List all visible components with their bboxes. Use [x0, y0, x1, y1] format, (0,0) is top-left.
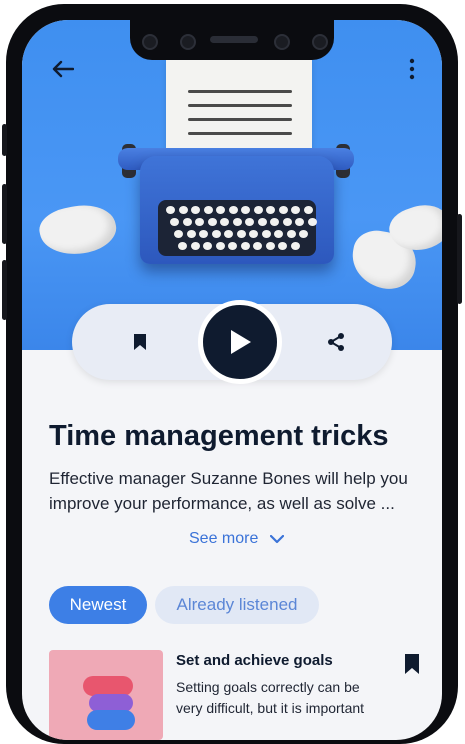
typewriter-key: [178, 242, 187, 250]
keyboard: [158, 200, 317, 256]
typewriter-key: [245, 218, 254, 226]
typewriter-key: [278, 242, 287, 250]
typewriter-key: [195, 218, 204, 226]
typewriter-key: [216, 206, 225, 214]
bookmark-icon: [405, 654, 419, 674]
typewriter-key: [203, 242, 212, 250]
typewriter-key: [190, 242, 200, 250]
typewriter-key: [199, 230, 208, 238]
episode-title: Time management tricks: [49, 420, 389, 452]
notch: [130, 20, 334, 60]
typewriter-key: [274, 230, 283, 238]
camera-icon: [142, 34, 158, 50]
typewriter-key: [253, 242, 262, 250]
play-icon: [231, 330, 251, 354]
tab-already-listened[interactable]: Already listened: [155, 586, 319, 624]
episode-thumbnail[interactable]: [49, 650, 163, 740]
typewriter-key: [286, 230, 296, 238]
typewriter-key: [290, 242, 300, 250]
list-item-bookmark-button[interactable]: [400, 650, 424, 678]
capsule-art-icon: [83, 676, 135, 730]
typewriter-key: [232, 218, 242, 226]
sensor-icon: [274, 34, 290, 50]
back-button[interactable]: [48, 54, 78, 84]
more-options-button[interactable]: [400, 54, 424, 84]
typewriter-key: [220, 218, 229, 226]
side-button: [2, 260, 7, 320]
side-button: [457, 214, 462, 304]
speaker-grille: [210, 36, 258, 43]
arrow-left-icon: [52, 60, 74, 78]
typewriter-key: [211, 230, 221, 238]
tab-label: Newest: [69, 595, 127, 614]
camera-icon: [312, 34, 328, 50]
typewriter-key: [228, 242, 237, 250]
typewriter-icon: [140, 156, 334, 264]
phone-frame: Time management tricks Effective manager…: [2, 4, 462, 744]
list-item-description: Setting goals correctly can be very diff…: [176, 679, 365, 716]
tab-newest[interactable]: Newest: [49, 586, 147, 624]
typewriter-key: [278, 206, 288, 214]
play-button[interactable]: [198, 300, 282, 384]
typewriter-key: [253, 206, 263, 214]
typewriter-key: [295, 218, 304, 226]
typewriter-key: [265, 242, 275, 250]
typewriter-key: [303, 206, 313, 214]
typewriter-key: [207, 218, 217, 226]
typewriter-key: [186, 230, 196, 238]
typewriter-key: [203, 206, 213, 214]
bookmark-icon: [134, 334, 146, 350]
typewriter-key: [266, 206, 275, 214]
tab-label: Already listened: [176, 595, 298, 614]
more-vertical-icon: [409, 58, 415, 80]
typewriter-key: [191, 206, 200, 214]
typewriter-key: [170, 218, 179, 226]
typewriter-key: [307, 218, 317, 226]
crumpled-paper: [35, 198, 121, 262]
see-more-link[interactable]: See more: [189, 530, 285, 548]
typewriter-key: [215, 242, 225, 250]
typewriter-key: [291, 206, 300, 214]
typewriter-key: [241, 206, 250, 214]
sensor-icon: [180, 34, 196, 50]
player-controls: [72, 300, 392, 384]
typewriter-key: [249, 230, 258, 238]
list-item-title[interactable]: Set and achieve goals: [176, 652, 333, 669]
typewriter-key: [224, 230, 233, 238]
bookmark-button[interactable]: [124, 326, 156, 358]
typewriter-key: [182, 218, 192, 226]
typewriter-key: [178, 206, 188, 214]
typewriter-key: [166, 206, 175, 214]
typewriter-key: [282, 218, 292, 226]
share-icon: [328, 333, 344, 351]
typewriter-key: [299, 230, 308, 238]
typewriter-key: [270, 218, 279, 226]
typewriter-key: [261, 230, 271, 238]
side-button: [2, 184, 7, 244]
chevron-down-icon: [270, 534, 285, 543]
episode-description: Effective manager Suzanne Bones will hel…: [49, 469, 408, 513]
screen: Time management tricks Effective manager…: [22, 20, 442, 740]
typewriter-key: [228, 206, 238, 214]
side-button: [2, 124, 7, 156]
typewriter-key: [240, 242, 250, 250]
typewriter-key: [174, 230, 183, 238]
typewriter-key: [257, 218, 267, 226]
share-button[interactable]: [320, 326, 352, 358]
typewriter-key: [236, 230, 246, 238]
see-more-label: See more: [189, 530, 259, 547]
